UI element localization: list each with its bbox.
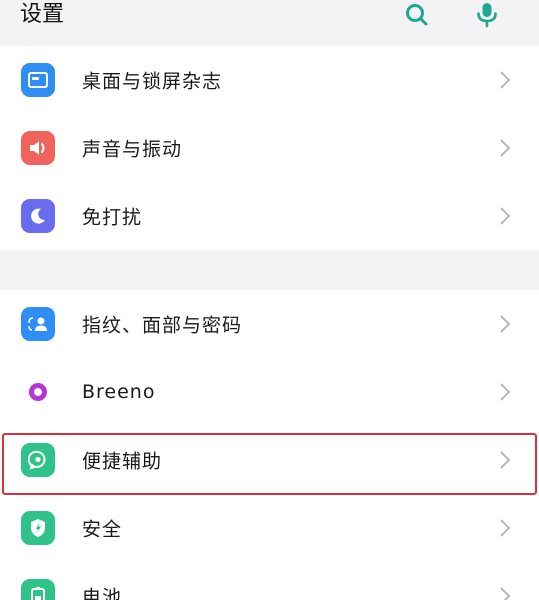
settings-item-breeno[interactable]: Breeno	[0, 358, 539, 426]
settings-item-label: Breeno	[82, 381, 156, 403]
breeno-icon	[21, 375, 55, 409]
security-shield-icon	[21, 511, 55, 545]
settings-page: 设置 桌面与锁屏杂志 声音与振动 免打扰 指纹、面部与密码 Breeno 便捷辅…	[0, 0, 539, 600]
page-title: 设置	[20, 2, 65, 27]
moon-icon	[21, 199, 55, 233]
settings-item-wallpaper[interactable]: 桌面与锁屏杂志	[0, 46, 539, 114]
search-button[interactable]	[402, 0, 432, 30]
fingerprint-face-icon	[21, 307, 55, 341]
settings-item-label: 免打扰	[82, 206, 143, 229]
settings-group-display: 桌面与锁屏杂志 声音与振动 免打扰	[0, 46, 539, 250]
settings-item-fingerprint-face-password[interactable]: 指纹、面部与密码	[0, 290, 539, 358]
settings-item-label: 声音与振动	[82, 138, 183, 161]
chevron-right-icon	[500, 315, 511, 333]
chevron-right-icon	[500, 139, 511, 157]
settings-header: 设置	[0, 0, 539, 40]
highlight-box	[2, 433, 537, 495]
settings-item-do-not-disturb[interactable]: 免打扰	[0, 182, 539, 250]
settings-item-label: 安全	[82, 518, 123, 541]
search-icon	[406, 4, 428, 26]
settings-item-sound[interactable]: 声音与振动	[0, 114, 539, 182]
chevron-right-icon	[500, 383, 511, 401]
settings-item-label: 电池	[82, 586, 123, 600]
battery-icon	[21, 579, 55, 600]
settings-item-label: 桌面与锁屏杂志	[82, 70, 223, 93]
settings-item-label: 指纹、面部与密码	[82, 314, 243, 337]
settings-item-battery[interactable]: 电池	[0, 562, 539, 600]
chevron-right-icon	[500, 71, 511, 89]
speaker-icon	[21, 131, 55, 165]
settings-item-security[interactable]: 安全	[0, 494, 539, 562]
microphone-icon	[477, 3, 497, 28]
chevron-right-icon	[500, 207, 511, 225]
wallpaper-icon	[21, 63, 55, 97]
chevron-right-icon	[500, 587, 511, 600]
chevron-right-icon	[500, 519, 511, 537]
voice-search-button[interactable]	[472, 0, 502, 30]
